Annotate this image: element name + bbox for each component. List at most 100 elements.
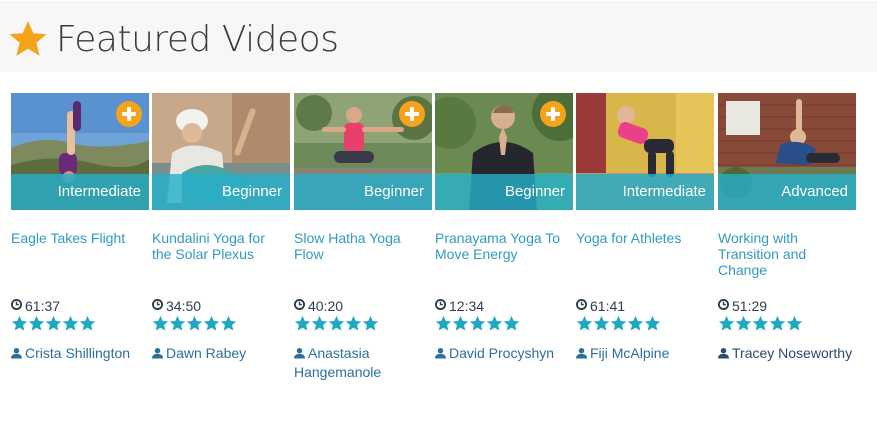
page-title: Featured Videos [56, 19, 339, 60]
rating-star-icon [786, 315, 803, 331]
level-bar: Advanced [718, 174, 856, 210]
author-link[interactable]: David Procyshyn [449, 345, 554, 361]
author: Tracey Noseworthy [718, 344, 856, 363]
video-thumbnail[interactable]: Advanced [718, 93, 856, 210]
video-title-link[interactable]: Kundalini Yoga for the Solar Plexus [152, 230, 288, 262]
duration: 61:41 [576, 297, 626, 314]
rating-star-icon [644, 315, 661, 331]
author-link[interactable]: Fiji McAlpine [590, 345, 669, 361]
level-label: Beginner [221, 183, 282, 200]
star-rating [576, 315, 661, 333]
video-title-link[interactable]: Pranayama Yoga To Move Energy [435, 230, 571, 262]
video-title-link[interactable]: Working with Transition and Change [718, 230, 854, 278]
rating-star-icon [576, 315, 593, 331]
clock-icon [11, 298, 22, 310]
star-rating [294, 315, 379, 333]
video-title-link[interactable]: Eagle Takes Flight [11, 230, 147, 246]
add-to-playlist-button[interactable] [116, 101, 142, 127]
duration-text: 51:29 [732, 297, 768, 314]
add-to-playlist-button[interactable] [399, 101, 425, 127]
user-icon [576, 347, 587, 359]
user-icon [435, 347, 446, 359]
video-thumbnail[interactable]: Intermediate [576, 93, 714, 210]
level-bar: Beginner [294, 174, 432, 210]
video-card: Intermediate Eagle Takes Flight 61:37 Cr… [11, 93, 149, 413]
level-label: Intermediate [622, 183, 706, 200]
clock-icon [294, 298, 305, 310]
user-icon [152, 347, 163, 359]
rating-star-icon [435, 315, 452, 331]
star-rating [11, 315, 96, 333]
user-icon [294, 347, 305, 359]
rating-star-icon [311, 315, 328, 331]
rating-star-icon [328, 315, 345, 331]
duration: 51:29 [718, 297, 768, 314]
author-link[interactable]: Tracey Noseworthy [732, 345, 852, 361]
rating-star-icon [11, 315, 28, 331]
rating-star-icon [486, 315, 503, 331]
level-bar: Intermediate [11, 174, 149, 210]
rating-star-icon [62, 315, 79, 331]
user-icon [718, 347, 729, 359]
duration-text: 61:41 [590, 297, 626, 314]
level-label: Advanced [781, 183, 848, 200]
duration: 61:37 [11, 297, 61, 314]
author: David Procyshyn [435, 344, 573, 363]
duration: 40:20 [294, 297, 343, 314]
star-icon [9, 21, 47, 56]
star-rating [152, 315, 237, 333]
video-thumbnail[interactable]: Intermediate [11, 93, 149, 210]
video-thumbnail[interactable]: Beginner [294, 93, 432, 210]
author: Dawn Rabey [152, 344, 290, 363]
star-rating [435, 315, 520, 333]
author: Anastasia Hangemanole [294, 344, 432, 382]
rating-star-icon [169, 315, 186, 331]
author: Crista Shillington [11, 344, 149, 363]
video-title-link[interactable]: Yoga for Athletes [576, 230, 712, 246]
user-icon [11, 347, 22, 359]
rating-star-icon [152, 315, 169, 331]
rating-star-icon [186, 315, 203, 331]
level-label: Beginner [363, 183, 424, 200]
rating-star-icon [45, 315, 62, 331]
video-card: Advanced Working with Transition and Cha… [718, 93, 856, 413]
rating-star-icon [294, 315, 311, 331]
section-header: Featured Videos [0, 2, 877, 72]
rating-star-icon [769, 315, 786, 331]
author-link[interactable]: Anastasia Hangemanole [294, 345, 381, 380]
rating-star-icon [345, 315, 362, 331]
clock-icon [718, 298, 729, 310]
level-bar: Intermediate [576, 174, 714, 210]
video-card: Beginner Slow Hatha Yoga Flow 40:20 Anas… [294, 93, 432, 413]
clock-icon [435, 298, 446, 310]
add-to-playlist-button[interactable] [540, 101, 566, 127]
video-title-link[interactable]: Slow Hatha Yoga Flow [294, 230, 430, 262]
rating-star-icon [452, 315, 469, 331]
rating-star-icon [203, 315, 220, 331]
duration: 12:34 [435, 297, 485, 314]
level-label: Beginner [504, 183, 565, 200]
video-thumbnail[interactable]: Beginner [152, 93, 290, 210]
duration-text: 12:34 [449, 297, 485, 314]
rating-star-icon [362, 315, 379, 331]
rating-star-icon [469, 315, 486, 331]
duration-text: 61:37 [25, 297, 61, 314]
rating-star-icon [752, 315, 769, 331]
video-thumbnail[interactable]: Beginner [435, 93, 573, 210]
author-link[interactable]: Dawn Rabey [166, 345, 246, 361]
level-bar: Beginner [152, 174, 290, 210]
video-card: Beginner Pranayama Yoga To Move Energy 1… [435, 93, 573, 413]
rating-star-icon [593, 315, 610, 331]
author-link[interactable]: Crista Shillington [25, 345, 130, 361]
duration-text: 34:50 [166, 297, 202, 314]
author: Fiji McAlpine [576, 344, 714, 363]
rating-star-icon [220, 315, 237, 331]
rating-star-icon [735, 315, 752, 331]
video-card: Intermediate Yoga for Athletes 61:41 Fij… [576, 93, 714, 413]
rating-star-icon [503, 315, 520, 331]
clock-icon [152, 298, 163, 310]
clock-icon [576, 298, 587, 310]
duration: 34:50 [152, 297, 202, 314]
rating-star-icon [718, 315, 735, 331]
video-card: Beginner Kundalini Yoga for the Solar Pl… [152, 93, 290, 413]
